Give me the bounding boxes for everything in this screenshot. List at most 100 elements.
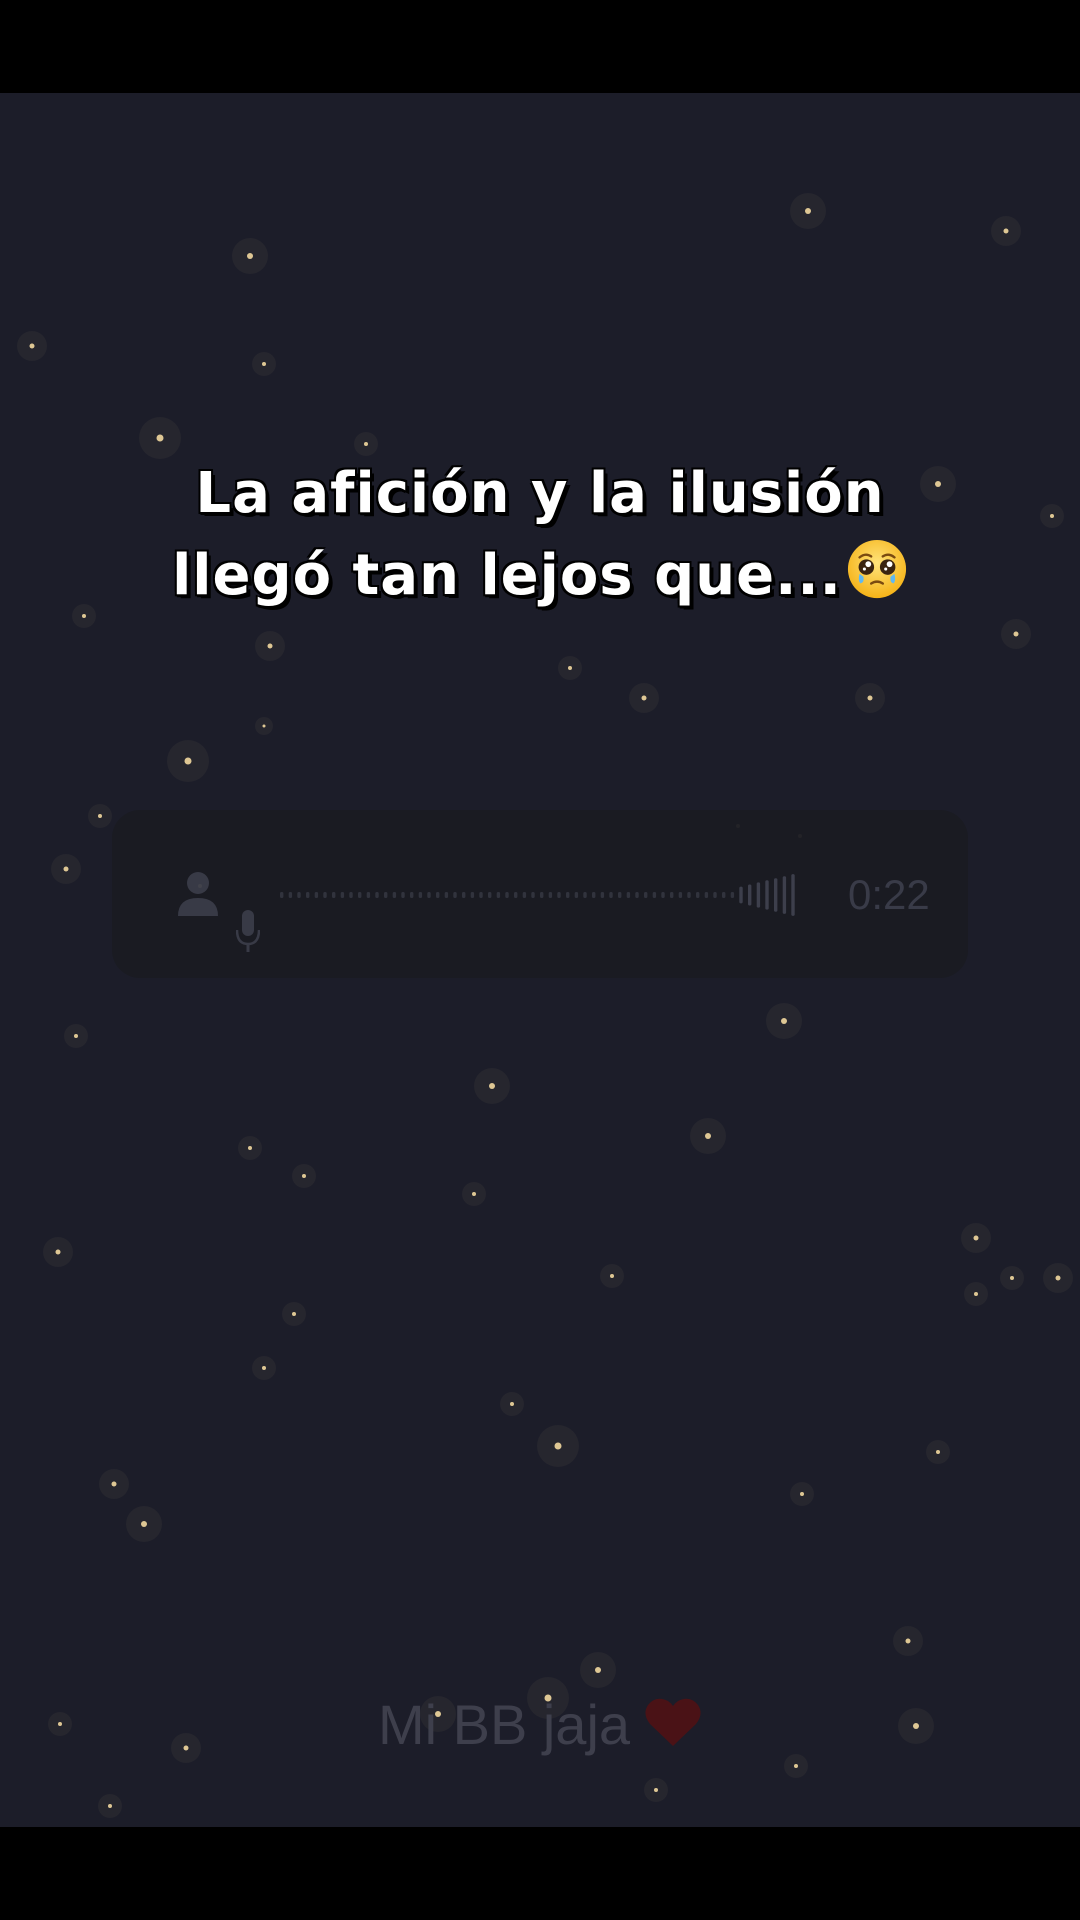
star [55, 1249, 61, 1255]
star-glow [282, 1302, 306, 1326]
waveform-bar [401, 892, 405, 898]
star-glow [991, 216, 1021, 246]
waveform-bar [626, 892, 631, 898]
waveform-bar [600, 892, 605, 898]
caption-line-2: llegó tan lejos que... [0, 535, 1080, 617]
audio-waveform[interactable] [280, 870, 800, 920]
waveform-bar [522, 892, 527, 898]
star-glow [926, 1440, 950, 1464]
star [973, 1235, 979, 1241]
bottom-letterbox-bar [0, 1827, 1080, 1920]
star-glow [252, 352, 276, 376]
waveform-bar [687, 892, 691, 898]
waveform-bar [453, 892, 457, 898]
star [867, 695, 873, 701]
waveform-bar [496, 892, 501, 898]
star-glow [961, 1223, 991, 1253]
star-glow [238, 1136, 262, 1160]
star [248, 1146, 252, 1150]
waveform-bar [306, 892, 310, 898]
waveform-bar [756, 882, 761, 908]
star-glow [855, 683, 885, 713]
star [262, 362, 266, 366]
star [568, 666, 572, 670]
star-glow [690, 1118, 726, 1154]
star [156, 434, 164, 442]
star-glow [893, 1626, 923, 1656]
star-glow [558, 656, 582, 680]
waveform-bar [366, 892, 371, 898]
waveform-bar [470, 892, 475, 898]
star [936, 1450, 940, 1454]
star [489, 1083, 495, 1089]
video-frame: La afición y la ilusión llegó tan lejos … [0, 0, 1080, 1920]
waveform-bar [574, 892, 579, 898]
waveform-bar [696, 892, 700, 898]
star-glow [167, 740, 209, 782]
star-glow [88, 804, 112, 828]
star-glow [964, 1282, 988, 1306]
star-glow [790, 193, 826, 229]
star [74, 1034, 78, 1038]
waveform-bar [765, 880, 769, 910]
star-glow [580, 1652, 616, 1688]
star-glow [462, 1182, 486, 1206]
waveform-bar [332, 892, 336, 898]
voice-message-bubble[interactable]: 0:22 [112, 810, 968, 978]
waveform-bar [436, 892, 440, 898]
waveform-bar [722, 892, 726, 898]
waveform-bar [739, 886, 743, 904]
star-glow [766, 1003, 802, 1039]
waveform-bar [384, 892, 388, 898]
star [141, 1521, 147, 1527]
person-icon [178, 872, 218, 916]
star-glow [1001, 619, 1031, 649]
star [1013, 631, 1019, 637]
star [974, 1292, 978, 1296]
star [247, 253, 253, 259]
waveform-bar [730, 892, 735, 898]
waveform-bar [583, 892, 587, 898]
footer-caption-text: Mi BB jaja [377, 1693, 631, 1756]
waveform-bar [670, 892, 674, 898]
star-glow [64, 1024, 88, 1048]
waveform-bar [609, 892, 613, 898]
star-glow [99, 1469, 129, 1499]
waveform-bar [678, 892, 683, 898]
star [111, 1481, 117, 1487]
waveform-bar [652, 892, 657, 898]
waveform-bar [479, 892, 483, 898]
waveform-bar [540, 892, 544, 898]
waveform-bar [505, 892, 509, 898]
star-glow [17, 331, 47, 361]
star-glow [255, 717, 273, 735]
star [641, 695, 647, 701]
star [554, 1442, 562, 1450]
star [595, 1667, 601, 1673]
waveform-bar [392, 892, 397, 898]
waveform-bar [349, 892, 353, 898]
caption-overlay: La afición y la ilusión llegó tan lejos … [0, 453, 1080, 617]
pleading-face-emoji-icon [847, 539, 906, 599]
waveform-bar [297, 892, 301, 898]
star [610, 1274, 614, 1278]
waveform-bar [704, 892, 709, 898]
waveform-bar [661, 892, 665, 898]
waveform-bar [514, 892, 518, 898]
caption-line-2-text: llegó tan lejos que... [172, 543, 842, 608]
star-glow [1043, 1263, 1073, 1293]
star [905, 1638, 911, 1644]
waveform-bar [427, 892, 431, 898]
star [805, 208, 811, 214]
star [63, 866, 69, 872]
star [184, 757, 192, 765]
star-glow [1000, 1266, 1024, 1290]
star [292, 1312, 296, 1316]
footer-caption: Mi BB jaja [0, 1690, 1080, 1760]
star-glow [644, 1778, 668, 1802]
star-glow [255, 631, 285, 661]
waveform-bar [557, 892, 561, 898]
star-glow [474, 1068, 510, 1104]
waveform-bar [774, 878, 778, 912]
microphone-icon [236, 910, 260, 952]
